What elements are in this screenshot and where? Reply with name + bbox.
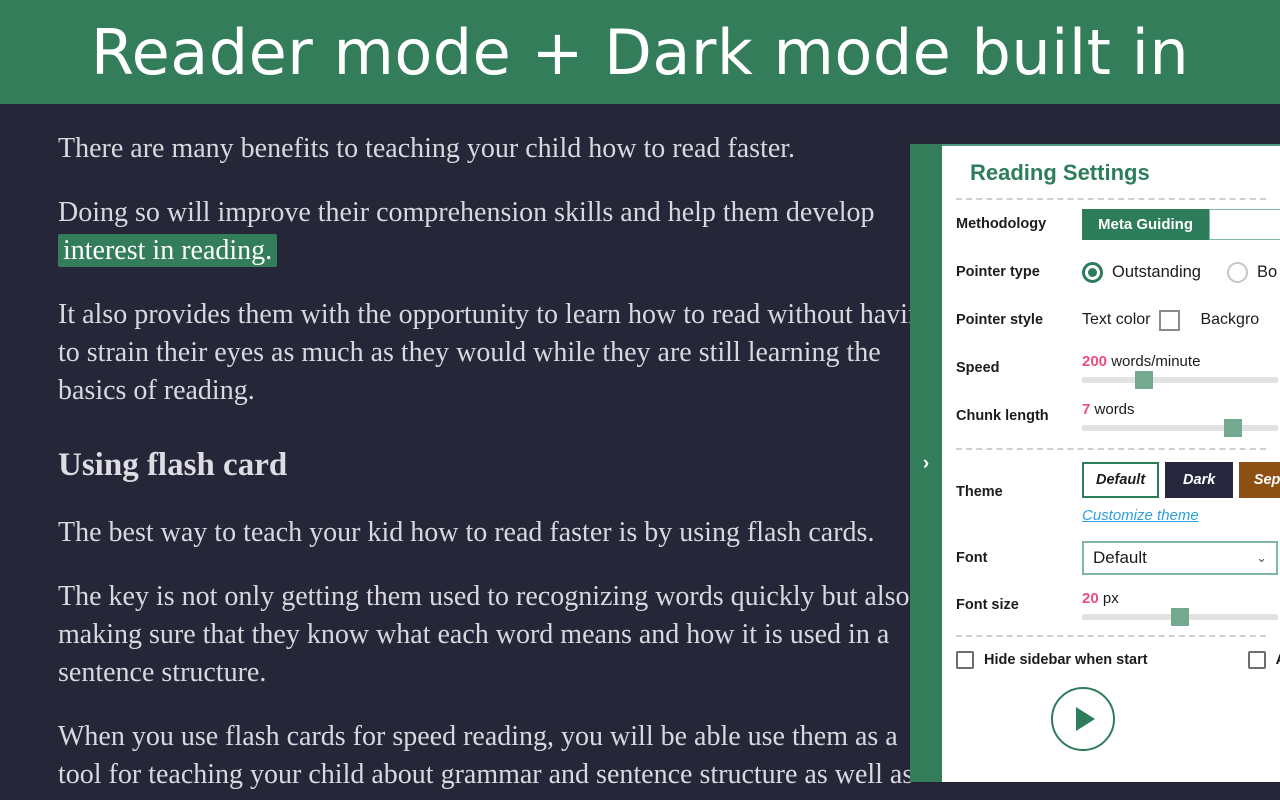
customize-theme-link[interactable]: Customize theme (1082, 507, 1199, 524)
checkbox-auto[interactable]: Auto (1247, 651, 1280, 669)
speed-slider[interactable] (1082, 371, 1278, 389)
panel-collapse-rail[interactable]: › (910, 144, 942, 782)
methodology-option-selected[interactable]: Meta Guiding (1082, 208, 1209, 240)
font-control: Default ⌄ (1082, 541, 1280, 575)
article-paragraph: There are many benefits to teaching your… (58, 133, 796, 164)
settings-checkbox-row: Hide sidebar when start Auto (942, 637, 1280, 669)
chevron-right-icon[interactable]: › (910, 454, 942, 473)
methodology-option-next[interactable] (1209, 208, 1280, 240)
chunk-length-value-text: 7 words (1082, 401, 1280, 418)
methodology-segmented-control: Meta Guiding (1082, 208, 1280, 240)
setting-row-font: Font Default ⌄ (942, 531, 1280, 581)
chunk-length-label: Chunk length (956, 408, 1049, 424)
radio-option-label: Bo (1256, 262, 1278, 281)
speed-control: 200 words/minute (1082, 353, 1280, 389)
reading-highlight: interest in reading. (58, 234, 278, 267)
text-color-option[interactable]: Text color (1082, 309, 1181, 331)
text-color-label: Text color (1082, 311, 1151, 328)
pointer-style-label: Pointer style (956, 312, 1044, 328)
pointer-style-control: Text color Backgro (1082, 309, 1280, 331)
article-paragraph: The key is not only getting them used to… (58, 581, 910, 688)
pointer-style-swatches: Text color Backgro (1082, 309, 1280, 331)
play-button-container (942, 687, 1280, 751)
theme-control: Default Dark Sepia Customize theme (1082, 462, 1280, 525)
reading-settings-panel: › Reading Settings Methodology Meta Guid… (910, 144, 1280, 782)
font-size-value-text: 20 px (1082, 590, 1280, 607)
methodology-control: Meta Guiding (1082, 208, 1280, 240)
pointer-type-control: Outstanding Bo (1082, 261, 1280, 283)
font-size-label: Font size (956, 597, 1019, 613)
pointer-type-label: Pointer type (956, 264, 1040, 280)
promo-banner-title: Reader mode + Dark mode built in (90, 15, 1190, 89)
setting-row-methodology: Methodology Meta Guiding (942, 200, 1280, 248)
settings-panel-body: Reading Settings Methodology Meta Guidin… (942, 144, 1280, 782)
article-heading: Using flash card (58, 447, 288, 483)
paragraph-text: Doing so will improve their comprehensio… (58, 197, 875, 228)
background-color-label: Backgro (1200, 311, 1260, 328)
speed-unit: words/minute (1111, 353, 1201, 370)
chunk-length-control: 7 words (1082, 401, 1280, 437)
panel-title: Reading Settings (970, 160, 1150, 185)
speed-value-text: 200 words/minute (1082, 353, 1280, 370)
theme-button-default[interactable]: Default (1082, 462, 1160, 498)
play-icon (1076, 707, 1095, 731)
setting-row-chunk-length: Chunk length 7 words (942, 392, 1280, 440)
background-color-option[interactable]: Backgro (1200, 311, 1268, 329)
text-color-swatch[interactable] (1159, 309, 1181, 331)
font-size-slider-thumb[interactable] (1171, 608, 1189, 626)
radio-option-bold[interactable]: Bo (1226, 261, 1278, 283)
font-size-value: 20 (1082, 590, 1099, 607)
speed-value: 200 (1082, 353, 1108, 370)
setting-row-theme: Theme Default Dark Sepia Customize theme (942, 450, 1280, 531)
chunk-length-slider-thumb[interactable] (1224, 419, 1242, 437)
setting-row-pointer-style: Pointer style Text color Backgro (942, 296, 1280, 344)
speed-slider-thumb[interactable] (1135, 371, 1153, 389)
font-select-value: Default (1093, 548, 1147, 567)
article-paragraph: It also provides them with the opportuni… (58, 299, 936, 406)
theme-label: Theme (956, 484, 1003, 500)
chunk-length-slider[interactable] (1082, 419, 1278, 437)
radio-option-label: Outstanding (1112, 262, 1201, 281)
theme-button-dark[interactable]: Dark (1165, 462, 1234, 498)
promo-banner: Reader mode + Dark mode built in (0, 0, 1280, 104)
checkbox-hide-sidebar[interactable]: Hide sidebar when start (956, 651, 1148, 669)
theme-button-group: Default Dark Sepia (1082, 462, 1280, 498)
font-size-unit: px (1102, 590, 1119, 607)
font-size-slider[interactable] (1082, 608, 1278, 626)
setting-row-pointer-type: Pointer type Outstanding Bo (942, 248, 1280, 296)
radio-selected-icon[interactable] (1082, 261, 1103, 283)
chunk-length-unit: words (1094, 401, 1135, 418)
article-paragraph: The best way to teach your kid how to re… (58, 517, 875, 548)
font-select[interactable]: Default ⌄ (1082, 541, 1278, 575)
checkbox-icon[interactable] (956, 651, 974, 669)
checkbox-label: Hide sidebar when start (984, 652, 1148, 668)
article-body: to read at a faster faster pace. pace. T… (58, 104, 938, 800)
methodology-label: Methodology (956, 216, 1047, 232)
pointer-type-radio-group: Outstanding Bo (1082, 261, 1280, 283)
font-label: Font (956, 550, 988, 566)
chevron-down-icon: ⌄ (1256, 550, 1267, 565)
app-screenshot: Reader mode + Dark mode built in to read… (0, 0, 1280, 800)
font-size-control: 20 px (1082, 590, 1280, 626)
checkbox-label: Auto (1276, 652, 1280, 668)
theme-button-sepia[interactable]: Sepia (1239, 462, 1280, 498)
speed-label: Speed (956, 360, 1000, 376)
radio-option-outstanding[interactable]: Outstanding (1082, 261, 1201, 283)
checkbox-icon[interactable] (1247, 651, 1266, 669)
setting-row-font-size: Font size 20 px (942, 581, 1280, 629)
start-reading-button[interactable] (1051, 687, 1115, 751)
article-paragraph-highlighted: Doing so will improve their comprehensio… (58, 194, 938, 270)
setting-row-speed: Speed 200 words/minute (942, 344, 1280, 392)
article-paragraph: When you use flash cards for speed readi… (58, 721, 914, 790)
radio-unselected-icon[interactable] (1226, 261, 1248, 283)
chunk-length-value: 7 (1082, 401, 1091, 418)
